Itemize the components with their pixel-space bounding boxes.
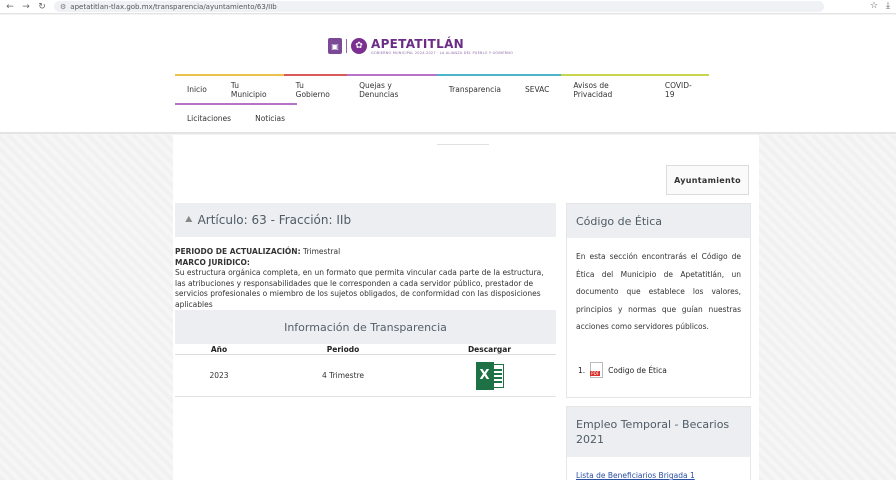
logo-subtitle: GOBIERNO MUNICIPAL 2024-2027 · LA ALIANZ…	[371, 51, 514, 55]
address-bar[interactable]: ⚙ apetatitlan-tlax.gob.mx/transparencia/…	[54, 1, 824, 12]
temporary-employment-title: Empleo Temporal - Becarios 2021	[567, 407, 750, 457]
cell-year: 2023	[175, 355, 263, 397]
url-text: apetatitlan-tlax.gob.mx/transparencia/ay…	[70, 2, 277, 11]
nav-item-inicio[interactable]: Inicio	[175, 74, 219, 103]
cell-period: 4 Trimestre	[263, 355, 423, 397]
ethics-card-text: En esta sección encontrarás el Código de…	[576, 252, 741, 332]
logo-divider	[346, 39, 347, 53]
reload-icon[interactable]: ↻	[36, 1, 48, 13]
divider	[437, 144, 489, 145]
download-icon[interactable]: ⤓	[886, 1, 890, 11]
item-number: 1.	[578, 365, 586, 375]
column-header-download: Descargar	[423, 344, 556, 355]
forward-icon[interactable]: →	[20, 1, 32, 13]
table-header-row: Año Periodo Descargar	[175, 344, 556, 355]
nav-item-quejas-y-denuncias[interactable]: Quejas y Denuncias	[347, 74, 437, 103]
nav-item-tu-municipio[interactable]: Tu Municipio	[218, 74, 284, 103]
temporary-employment-card: Empleo Temporal - Becarios 2021 Lista de…	[566, 406, 751, 480]
nav-item-licitaciones[interactable]: Licitaciones	[175, 103, 244, 132]
excel-icon[interactable]: X	[475, 361, 504, 390]
site-info-icon[interactable]: ⚙	[60, 3, 66, 11]
nav-item-avisos-de-privacidad[interactable]: Avisos de Privacidad	[561, 74, 653, 103]
nav-item-tu-gobierno[interactable]: Tu Gobierno	[283, 74, 348, 103]
ethics-document-link[interactable]: Codigo de Ética	[608, 366, 667, 375]
article-body: PERIODO DE ACTUALIZACIÓN: Trimestral MAR…	[175, 247, 556, 310]
transparency-table: Año Periodo Descargar 2023 4 Trimestre X	[175, 344, 556, 397]
column-header-period: Periodo	[263, 344, 423, 355]
table-row: 2023 4 Trimestre X	[175, 355, 556, 397]
ethics-card: Código de Ética En esta sección encontra…	[566, 203, 751, 398]
pdf-icon[interactable]	[590, 362, 604, 378]
ethics-document-item[interactable]: 1. Codigo de Ética	[578, 362, 667, 378]
logo-mark-icon: ✿	[351, 38, 367, 54]
transparency-title: Información de Transparencia	[175, 310, 556, 344]
background-pattern-left	[0, 135, 173, 480]
site-header: ▣ ✿ APETATITLÁN GOBIERNO MUNICIPAL 2024-…	[0, 15, 896, 134]
main-nav: Inicio Tu Municipio Tu Gobierno Quejas y De…	[175, 74, 709, 132]
nav-item-noticias[interactable]: Noticias	[243, 103, 298, 132]
period-label: PERIODO DE ACTUALIZACIÓN:	[175, 247, 301, 256]
nav-item-covid-19[interactable]: COVID-19	[652, 74, 709, 103]
logo-title: APETATITLÁN	[371, 37, 465, 51]
mountain-icon: ⛰	[185, 215, 193, 225]
nav-item-transparencia[interactable]: Transparencia	[436, 74, 513, 103]
coat-of-arms-icon: ▣	[328, 38, 342, 54]
cell-download: X	[423, 355, 556, 397]
ethics-card-title: Código de Ética	[567, 204, 750, 238]
article-header: ⛰ Artículo: 63 - Fracción: IIb	[175, 203, 556, 237]
legal-label: MARCO JURÍDICO:	[175, 257, 250, 267]
period-value: Trimestral	[302, 247, 341, 256]
browser-toolbar: ← → ↻ ⚙ apetatitlan-tlax.gob.mx/transpar…	[0, 0, 896, 14]
legal-text: Su estructura orgánica completa, en un f…	[175, 268, 544, 309]
bookmark-star-icon[interactable]: ☆	[870, 1, 878, 11]
column-header-year: Año	[175, 344, 263, 355]
back-icon[interactable]: ←	[4, 1, 16, 13]
background-pattern-right	[759, 135, 896, 480]
nav-item-sevac[interactable]: SEVAC	[512, 74, 562, 103]
breadcrumb[interactable]: Ayuntamiento	[666, 165, 749, 195]
article-title: Artículo: 63 - Fracción: IIb	[197, 213, 352, 227]
site-logo[interactable]: ▣ ✿ APETATITLÁN GOBIERNO MUNICIPAL 2024-…	[328, 37, 513, 55]
beneficiaries-link[interactable]: Lista de Beneficiarios Brigada 1	[567, 457, 750, 480]
